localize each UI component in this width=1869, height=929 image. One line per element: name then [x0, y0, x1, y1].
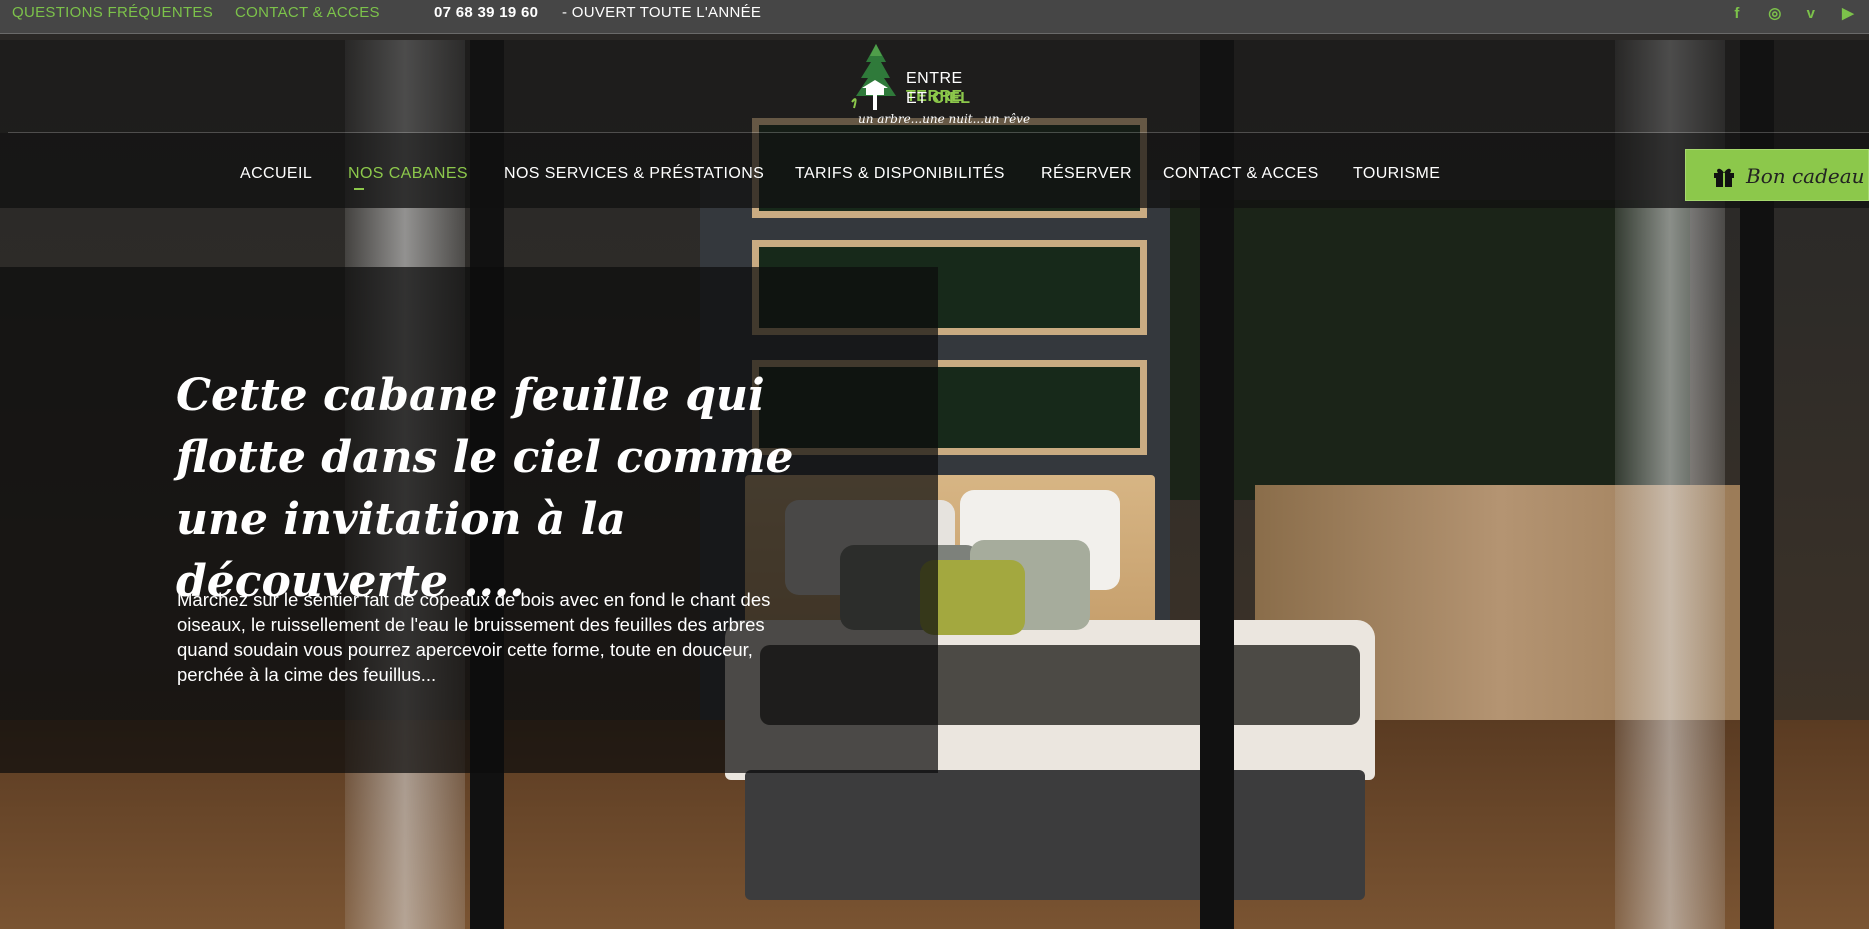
nav-item-tarifs[interactable]: TARIFS & DISPONIBILITÉS	[795, 165, 1005, 183]
logo-text-line2: ET CIEL	[906, 90, 971, 107]
gift-voucher-button[interactable]: Bon cadeau	[1685, 149, 1869, 201]
hero-title: Cette cabane feuille qui flotte dans le …	[176, 370, 794, 607]
logo-tagline: un arbre...une nuit...un rêve	[858, 112, 1031, 126]
gift-button-label: Bon cadeau	[1746, 164, 1865, 188]
nav-item-services[interactable]: NOS SERVICES & PRÉSTATIONS	[504, 165, 764, 183]
phone-number[interactable]: 07 68 39 19 60	[434, 4, 538, 21]
active-nav-indicator	[354, 188, 364, 190]
contact-link[interactable]: CONTACT & ACCES	[235, 4, 380, 21]
nav-item-accueil[interactable]: ACCUEIL	[240, 165, 312, 183]
instagram-icon[interactable]: ◎	[1765, 4, 1785, 24]
hero-description: Marchez sur le sentier fait de copeaux d…	[177, 589, 771, 685]
nav-item-tourisme[interactable]: TOURISME	[1353, 165, 1440, 183]
nav-item-nos-cabanes[interactable]: NOS CABANES	[348, 165, 468, 183]
nav-item-contact[interactable]: CONTACT & ACCES	[1163, 165, 1319, 183]
faq-link[interactable]: QUESTIONS FRÉQUENTES	[12, 4, 213, 21]
vimeo-icon[interactable]: v	[1801, 4, 1821, 24]
top-bar: QUESTIONS FRÉQUENTES CONTACT & ACCES 07 …	[0, 0, 1869, 34]
site-logo[interactable]: ENTRE TERRE ET CIEL un arbre...une nuit.…	[848, 40, 1030, 128]
youtube-icon[interactable]: ▶	[1838, 4, 1858, 24]
nav-item-reserver[interactable]: RÉSERVER	[1041, 165, 1132, 183]
bed-base	[745, 770, 1365, 900]
moss-wall	[1170, 200, 1690, 500]
facebook-icon[interactable]: f	[1727, 4, 1747, 24]
opening-text: - OUVERT TOUTE L'ANNÉE	[562, 4, 762, 21]
gift-icon	[1714, 168, 1734, 187]
tree-logo-icon	[851, 44, 896, 110]
